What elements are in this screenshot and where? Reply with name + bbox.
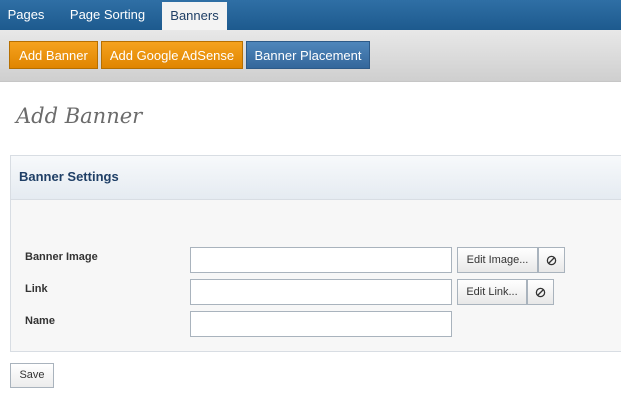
save-button[interactable]: Save — [10, 363, 54, 388]
banner-placement-button[interactable]: Banner Placement — [246, 41, 370, 69]
banner-image-field[interactable] — [190, 247, 452, 273]
banner-image-label: Banner Image — [25, 251, 98, 263]
action-toolbar: Add Banner Add Google AdSense Banner Pla… — [0, 30, 621, 82]
clear-image-button[interactable] — [538, 247, 565, 273]
tab-page-sorting[interactable]: Page Sorting — [60, 0, 155, 30]
name-label: Name — [25, 315, 55, 327]
edit-image-button[interactable]: Edit Image... — [457, 247, 538, 273]
link-label: Link — [25, 283, 48, 295]
panel-header: Banner Settings — [11, 156, 621, 200]
clear-link-button[interactable] — [527, 279, 554, 305]
link-field[interactable] — [190, 279, 452, 305]
add-google-adsense-button[interactable]: Add Google AdSense — [101, 41, 243, 69]
tab-pages[interactable]: Pages — [0, 0, 52, 30]
clear-icon — [546, 255, 557, 265]
page-title: Add Banner — [16, 104, 143, 128]
panel-title: Banner Settings — [19, 169, 119, 184]
top-tab-bar: Pages Page Sorting Banners — [0, 0, 621, 30]
edit-link-button[interactable]: Edit Link... — [457, 279, 527, 305]
clear-icon — [535, 287, 546, 297]
add-banner-button[interactable]: Add Banner — [9, 41, 98, 69]
name-field[interactable] — [190, 311, 452, 337]
tab-banners[interactable]: Banners — [162, 2, 227, 30]
